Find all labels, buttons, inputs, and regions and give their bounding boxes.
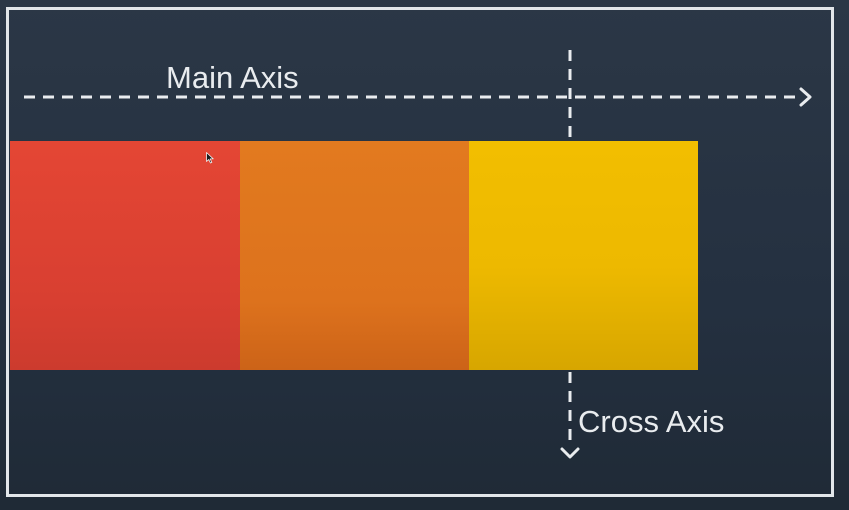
- main-axis-label: Main Axis: [166, 60, 299, 95]
- main-axis-arrow-icon: [799, 87, 812, 107]
- cross-axis-arrow-icon: [560, 447, 580, 459]
- diagram-canvas: Main Axis Cross Axis: [0, 0, 849, 510]
- cross-axis-label: Cross Axis: [578, 404, 725, 439]
- mouse-pointer-icon: [206, 152, 214, 164]
